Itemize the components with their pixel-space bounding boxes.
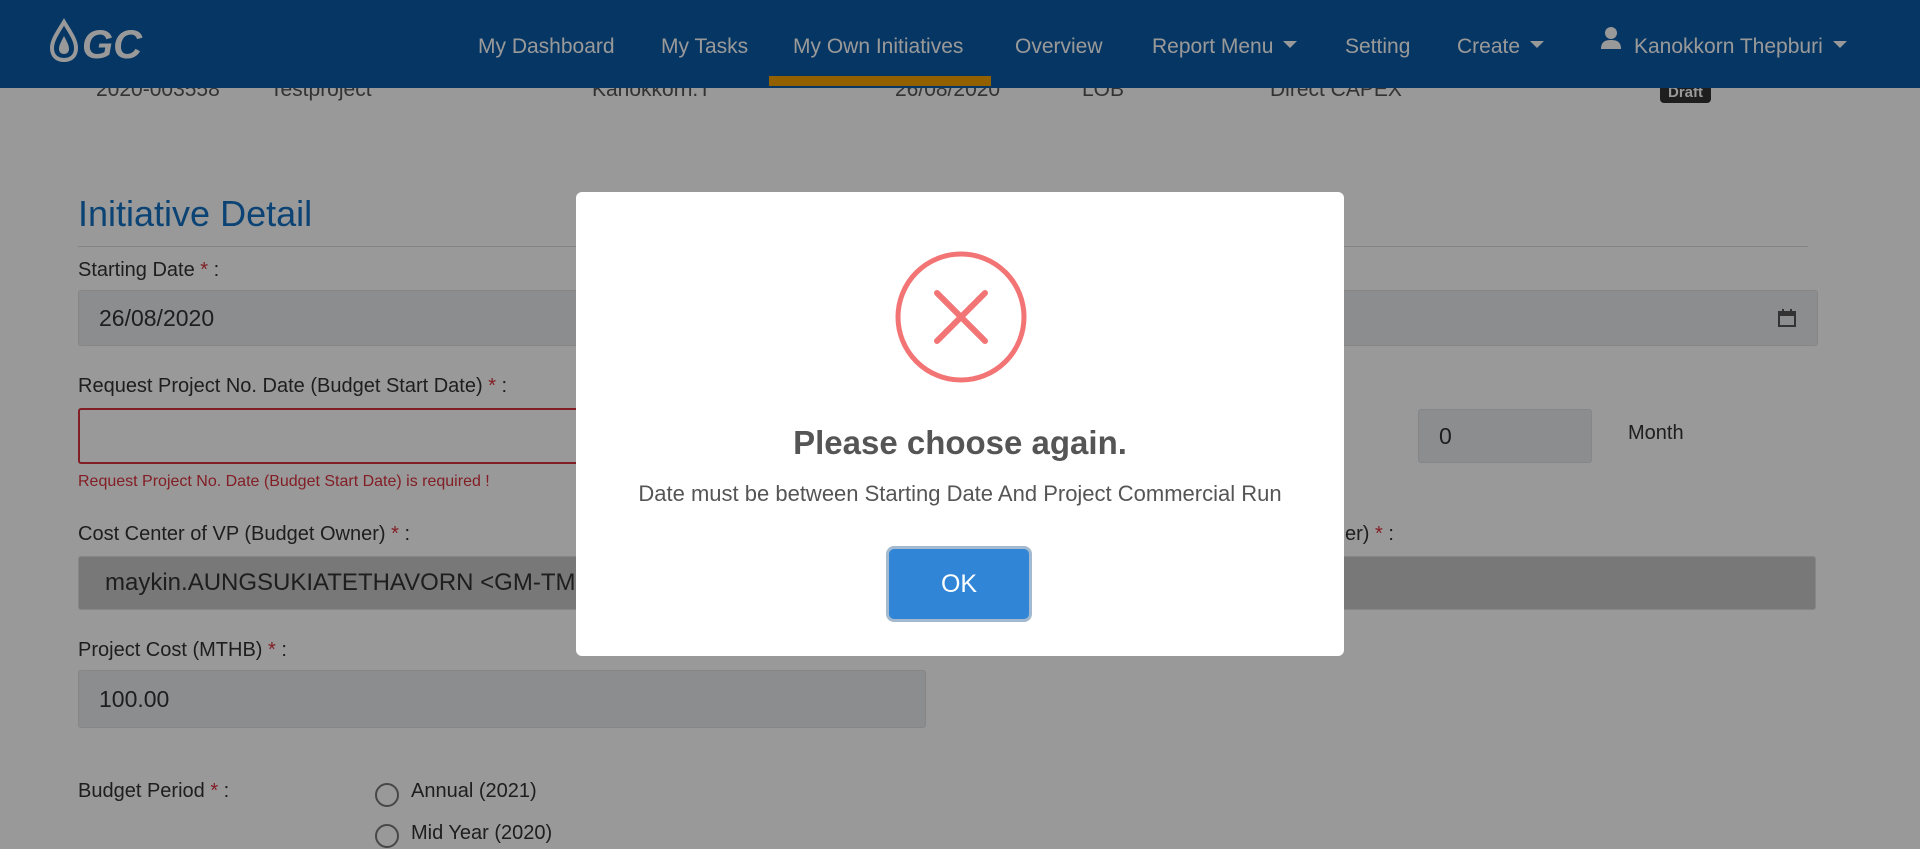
- error-x-icon: [894, 250, 1028, 384]
- dialog-title: Please choose again.: [793, 424, 1127, 461]
- page: GC My Dashboard My Tasks My Own Initiati…: [0, 0, 1920, 849]
- ok-button[interactable]: OK: [889, 549, 1029, 619]
- error-dialog: Please choose again. Date must be betwee…: [576, 192, 1344, 656]
- dialog-message: Date must be between Starting Date And P…: [638, 481, 1282, 506]
